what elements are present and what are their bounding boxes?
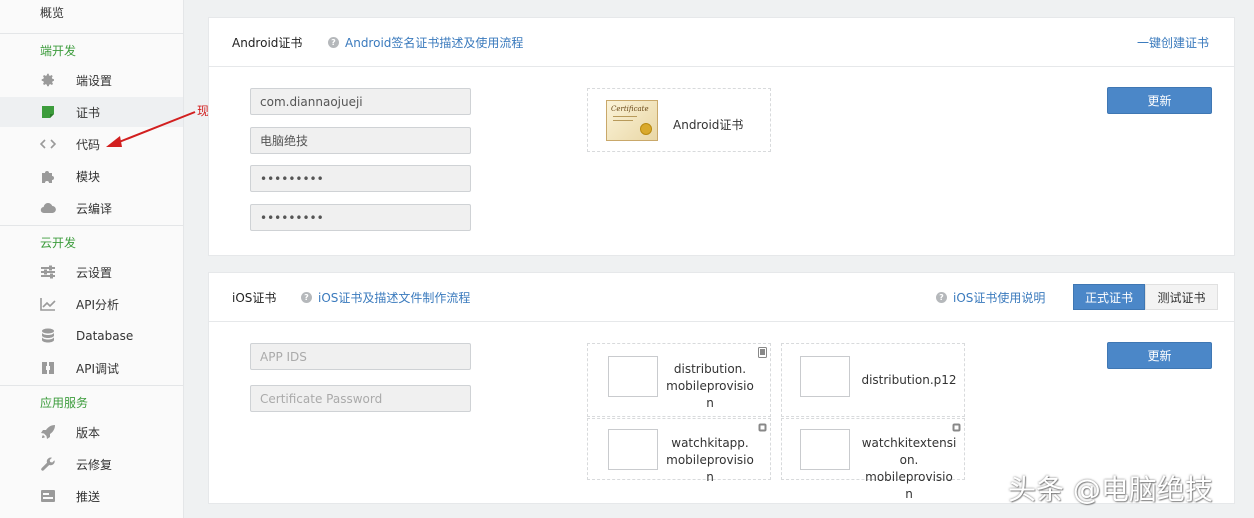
sidebar-item-push[interactable]: 推送 <box>0 481 183 511</box>
android-alias-password-field[interactable]: ••••••••• <box>250 204 471 231</box>
ios-panel-title: iOS证书 <box>232 291 277 305</box>
file-slot <box>608 429 658 470</box>
watch-icon <box>952 423 961 432</box>
android-cert-file[interactable]: Certificate Android证书 <box>587 88 771 152</box>
sidebar-item-label: 云修复 <box>76 457 113 472</box>
ios-file-watchkitapp-mobileprovision[interactable]: watchkitapp. mobileprovisio n <box>587 418 771 484</box>
sidebar-item-label: 代码 <box>76 137 101 152</box>
ios-panel-header: iOS证书 ? iOS证书及描述文件制作流程 ? iOS证书使用说明 正式证书 … <box>209 273 1234 322</box>
sidebar-item-label: API分析 <box>76 297 119 312</box>
sidebar-item-label: 端设置 <box>76 73 113 88</box>
sidebar-item-modules[interactable]: 模块 <box>0 161 183 191</box>
sidebar-item-database[interactable]: Database <box>0 321 183 351</box>
ios-app-ids-field[interactable]: APP IDS <box>250 343 471 370</box>
file-slot <box>800 429 850 470</box>
tab-official-cert[interactable]: 正式证书 <box>1073 284 1145 310</box>
android-help-link-label: Android签名证书描述及使用流程 <box>345 36 524 50</box>
code-icon <box>40 136 56 152</box>
certificate-image-icon: Certificate <box>606 100 658 141</box>
annotation-arrow-icon <box>106 111 196 147</box>
file-slot <box>608 356 658 397</box>
android-panel-header: Android证书 ? Android签名证书描述及使用流程 一键创建证书 <box>209 18 1234 67</box>
sidebar-item-overview[interactable]: 概览 <box>40 4 64 21</box>
certificate-image-text: Certificate <box>611 105 649 113</box>
sidebar-item-label: 证书 <box>76 105 101 120</box>
sidebar-item-cloud-fix[interactable]: 云修复 <box>0 449 183 479</box>
file-label: watchkitextensi on. mobileprovisio n <box>861 436 957 501</box>
sidebar-item-label: 云设置 <box>76 265 113 280</box>
android-create-cert-link[interactable]: 一键创建证书 <box>1137 34 1209 51</box>
android-help-link[interactable]: ? Android签名证书描述及使用流程 <box>328 34 523 51</box>
sidebar-item-cloud-settings[interactable]: 云设置 <box>0 257 183 287</box>
tab-test-cert[interactable]: 测试证书 <box>1145 284 1218 310</box>
ios-usage-link-label: iOS证书使用说明 <box>953 291 1046 305</box>
question-icon: ? <box>328 37 339 48</box>
ios-help-link-label: iOS证书及描述文件制作流程 <box>318 291 471 305</box>
sidebar-item-label: 版本 <box>76 425 101 440</box>
sidebar-item-cloud-compile[interactable]: 云编译 <box>0 193 183 223</box>
question-icon: ? <box>301 292 312 303</box>
sidebar-item-api-debug[interactable]: API调试 <box>0 353 183 383</box>
sidebar-section-services: 应用服务 <box>40 396 89 410</box>
sidebar-section-cloud: 云开发 <box>40 236 77 250</box>
sidebar-divider <box>0 385 183 386</box>
gear-icon <box>40 72 56 88</box>
ios-help-link[interactable]: ? iOS证书及描述文件制作流程 <box>301 289 470 306</box>
rocket-icon <box>40 424 56 440</box>
file-label: distribution.p12 <box>861 373 957 387</box>
ios-update-button[interactable]: 更新 <box>1107 342 1212 369</box>
database-icon <box>40 328 56 344</box>
question-icon: ? <box>936 292 947 303</box>
file-slot <box>800 356 850 397</box>
sidebar-item-label: 云编译 <box>76 201 113 216</box>
android-cert-label: Android证书 <box>673 118 744 132</box>
ios-file-watchkitextension-mobileprovision[interactable]: watchkitextensi on. mobileprovisio n <box>781 418 965 501</box>
file-label: distribution. mobileprovisio n <box>666 362 754 410</box>
sidebar-divider <box>0 225 183 226</box>
android-name-field[interactable]: 电脑绝技 <box>250 127 471 154</box>
debug-icon <box>40 360 56 376</box>
android-password-field[interactable]: ••••••••• <box>250 165 471 192</box>
file-label: watchkitapp. mobileprovisio n <box>666 436 754 484</box>
android-package-field[interactable]: com.diannaojueji <box>250 88 471 115</box>
phone-icon <box>758 347 767 358</box>
sidebar-item-label: Database <box>76 329 134 343</box>
ios-file-distribution-mobileprovision[interactable]: distribution. mobileprovisio n <box>587 343 771 417</box>
android-cert-panel: Android证书 ? Android签名证书描述及使用流程 一键创建证书 co… <box>208 17 1235 256</box>
android-update-button[interactable]: 更新 <box>1107 87 1212 114</box>
ios-usage-link[interactable]: ? iOS证书使用说明 <box>936 289 1045 306</box>
wrench-icon <box>40 456 56 472</box>
puzzle-icon <box>40 168 56 184</box>
certificate-icon <box>40 104 56 120</box>
sidebar-item-api-analytics[interactable]: API分析 <box>0 289 183 319</box>
sidebar-item-label: 推送 <box>76 489 101 504</box>
sidebar-section-client: 端开发 <box>40 44 77 58</box>
sidebar-item-label: API调试 <box>76 361 119 376</box>
chart-icon <box>40 296 56 312</box>
sidebar-item-version[interactable]: 版本 <box>0 417 183 447</box>
sidebar: 概览 端开发 端设置 证书 代码 模块 云编译 云开发 云设置 API分析 Da… <box>0 0 184 518</box>
sidebar-item-client-settings[interactable]: 端设置 <box>0 65 183 95</box>
cloud-icon <box>40 200 56 216</box>
watermark: 头条 @电脑绝技 <box>1008 473 1213 506</box>
ios-file-distribution-p12[interactable]: distribution.p12 <box>781 343 965 417</box>
sidebar-divider <box>0 33 183 34</box>
ios-cert-password-field[interactable]: Certificate Password <box>250 385 471 412</box>
sliders-icon <box>40 264 56 280</box>
android-panel-title: Android证书 <box>232 36 303 50</box>
sidebar-item-label: 模块 <box>76 169 101 184</box>
push-icon <box>40 488 56 504</box>
watch-icon <box>758 423 767 432</box>
